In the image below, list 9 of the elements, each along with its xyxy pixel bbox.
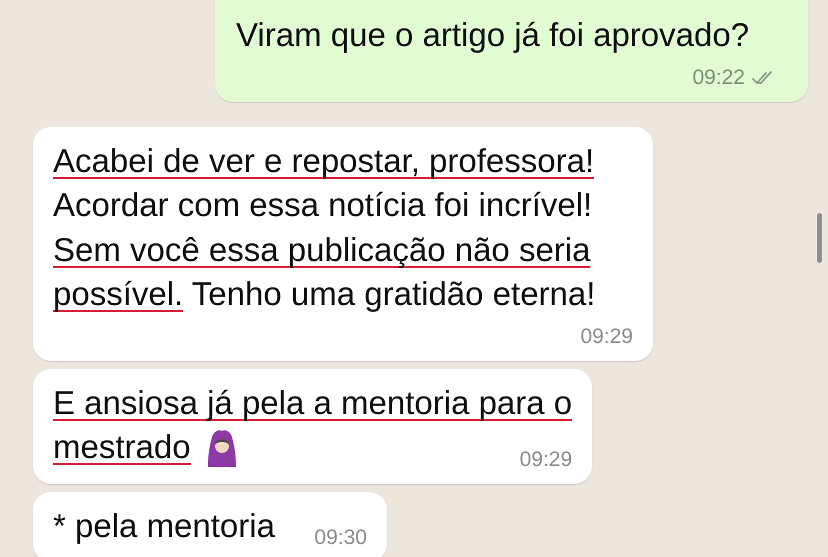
message-time: 09:29	[580, 324, 633, 348]
message-time: 09:29	[520, 448, 572, 472]
scrollbar[interactable]	[817, 213, 822, 263]
message-line: possível. Tenho uma gratidão eterna!	[53, 274, 596, 314]
message-time: 09:22	[692, 66, 745, 90]
message-line: * pela mentoria	[53, 506, 275, 546]
message-line: Acordar com essa notícia foi incrível!	[53, 185, 592, 225]
message-time: 09:30	[314, 526, 367, 550]
message-line: Viram que o artigo já foi aprovado?	[236, 15, 750, 55]
